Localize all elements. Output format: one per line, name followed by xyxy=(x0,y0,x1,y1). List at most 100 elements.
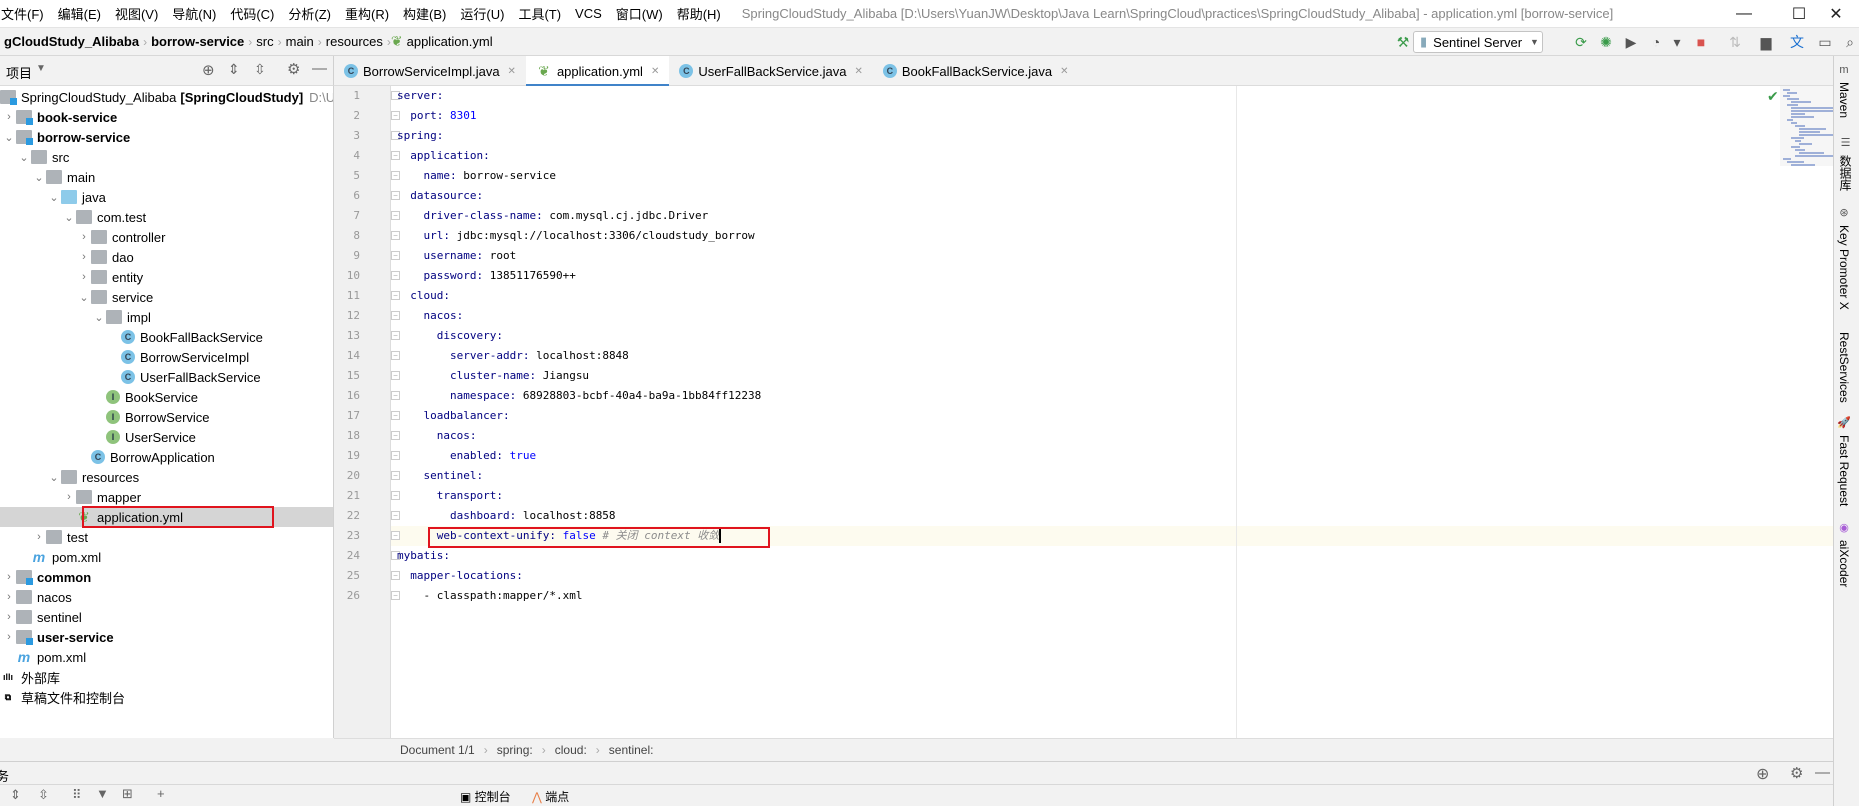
tree-item[interactable]: SpringCloudStudy_Alibaba [SpringCloudStud… xyxy=(0,87,333,107)
chevron-right-icon[interactable]: › xyxy=(2,591,16,603)
tree-item[interactable]: C BorrowServiceImpl xyxy=(0,347,333,367)
code-line[interactable]: password: 13851176590++ xyxy=(397,266,576,286)
expand-all-icon[interactable]: ⇕ xyxy=(228,61,240,78)
collapse-all-icon[interactable]: ⇳ xyxy=(254,61,266,78)
minimize-icon[interactable]: — xyxy=(312,60,327,77)
menu-item[interactable]: 代码(C) xyxy=(223,4,281,23)
code-line[interactable]: loadbalancer: xyxy=(397,406,510,426)
tree-item[interactable]: › mapper xyxy=(0,487,333,507)
group-icon[interactable]: ⠿ xyxy=(72,787,82,803)
code-line[interactable]: application: xyxy=(397,146,489,166)
tab-console[interactable]: ▣ 控制台 xyxy=(460,788,511,805)
tree-item[interactable]: ⌄ main xyxy=(0,167,333,187)
chevron-right-icon[interactable]: › xyxy=(2,571,16,583)
terminal-icon[interactable]: ▭ xyxy=(1815,32,1835,52)
chevron-down-icon[interactable]: ⌄ xyxy=(92,311,106,324)
close-tab-icon[interactable]: ✕ xyxy=(854,66,862,77)
code-line[interactable]: username: root xyxy=(397,246,517,266)
tree-item[interactable]: ⧉ 草稿文件和控制台 xyxy=(0,687,333,707)
tree-item[interactable]: › test xyxy=(0,527,333,547)
chevron-down-icon[interactable]: ▾ xyxy=(1667,32,1687,52)
tree-item[interactable]: › common xyxy=(0,567,333,587)
chevron-down-icon[interactable]: ⌄ xyxy=(2,131,16,144)
tab-bookfallbackservice-java[interactable]: C BookFallBackService.java ✕ xyxy=(873,56,1079,86)
menu-item[interactable]: 文件(F) xyxy=(0,4,51,23)
tree-item[interactable]: m pom.xml xyxy=(0,647,333,667)
add-service-icon[interactable]: ⊞ xyxy=(122,786,133,802)
code-minimap[interactable] xyxy=(1780,86,1844,166)
tree-item[interactable]: C BookFallBackService xyxy=(0,327,333,347)
gear-icon[interactable]: ⚙ xyxy=(1790,764,1803,782)
stop-icon[interactable]: ■ xyxy=(1691,32,1711,52)
tree-item[interactable]: › entity xyxy=(0,267,333,287)
menu-item[interactable]: 重构(R) xyxy=(338,4,396,23)
breadcrumb-item[interactable]: borrow-service xyxy=(147,34,248,49)
chevron-right-icon[interactable]: › xyxy=(77,251,91,263)
chevron-right-icon[interactable]: › xyxy=(2,611,16,623)
tree-item[interactable]: ❦ application.yml xyxy=(0,506,333,528)
close-tab-icon[interactable]: ✕ xyxy=(1060,66,1068,77)
tree-item[interactable]: › dao xyxy=(0,247,333,267)
filter-icon[interactable]: ▼ xyxy=(96,786,109,801)
breadcrumb-item[interactable]: gCloudStudy_Alibaba xyxy=(0,34,143,49)
tab-application-yml[interactable]: ❦ application.yml ✕ xyxy=(525,56,670,87)
close-tab-icon[interactable]: ✕ xyxy=(651,66,659,77)
code-line[interactable]: transport: xyxy=(397,486,503,506)
tree-item[interactable]: m pom.xml xyxy=(0,547,333,567)
menu-item[interactable]: 帮助(H) xyxy=(670,4,728,23)
tool-window-aixcoder[interactable]: ◉ aiXcoder xyxy=(1837,521,1851,587)
code-line[interactable]: nacos: xyxy=(397,306,464,326)
chevron-down-icon[interactable]: ▼ xyxy=(36,63,46,74)
tree-item[interactable]: ⌄ java xyxy=(0,187,333,207)
chevron-down-icon[interactable]: ⌄ xyxy=(47,471,61,484)
menu-item[interactable]: 视图(V) xyxy=(108,4,165,23)
tree-item[interactable]: C BorrowApplication xyxy=(0,447,333,467)
locate-icon[interactable]: ⊕ xyxy=(202,61,215,79)
menu-item[interactable]: 构建(B) xyxy=(396,4,453,23)
breadcrumb-item[interactable]: application.yml xyxy=(403,34,497,49)
tree-item[interactable]: ⌄ borrow-service xyxy=(0,127,333,147)
structure-crumb[interactable]: Document 1/1 xyxy=(400,743,475,757)
run-configuration-selector[interactable]: ▮ Sentinel Server ▼ xyxy=(1413,31,1543,53)
menu-item[interactable]: 分析(Z) xyxy=(281,4,338,23)
code-line[interactable]: server-addr: localhost:8848 xyxy=(397,346,629,366)
tool-window-key-promoter-x[interactable]: ⊛ Key Promoter X xyxy=(1837,206,1851,310)
structure-crumb[interactable]: sentinel: xyxy=(609,743,654,757)
plus-icon[interactable]: + xyxy=(157,786,165,801)
chevron-right-icon[interactable]: › xyxy=(62,491,76,503)
breadcrumb-item[interactable]: src xyxy=(252,34,277,49)
chevron-down-icon[interactable]: ⌄ xyxy=(62,211,76,224)
code-line[interactable]: url: jdbc:mysql://localhost:3306/cloudst… xyxy=(397,226,755,246)
code-line[interactable]: cloud: xyxy=(397,286,450,306)
tree-item[interactable]: C UserFallBackService xyxy=(0,367,333,387)
chevron-down-icon[interactable]: ⌄ xyxy=(77,291,91,304)
menu-item[interactable]: 运行(U) xyxy=(453,4,511,23)
chevron-right-icon[interactable]: › xyxy=(77,271,91,283)
menu-item[interactable]: VCS xyxy=(568,6,609,21)
chevron-down-icon[interactable]: ⌄ xyxy=(17,151,31,164)
code-line[interactable]: name: borrow-service xyxy=(397,166,556,186)
collapse-all-icon[interactable]: ⇳ xyxy=(38,787,49,803)
vcs-icon[interactable]: ⇅ xyxy=(1725,32,1745,52)
code-line[interactable]: port: 8301 xyxy=(397,106,476,126)
translate-icon[interactable]: 文 xyxy=(1787,32,1807,52)
gear-icon[interactable]: ⚙ xyxy=(287,60,300,78)
code-line[interactable]: nacos: xyxy=(397,426,477,446)
code-line[interactable]: - classpath:mapper/*.xml xyxy=(397,586,583,606)
tool-window-restservices[interactable]: RestServices xyxy=(1837,332,1851,403)
run-with-coverage-icon[interactable]: ▶ xyxy=(1621,32,1641,52)
code-line[interactable]: discovery: xyxy=(397,326,503,346)
code-line[interactable]: enabled: true xyxy=(397,446,536,466)
minimize-window-button[interactable]: — xyxy=(1721,0,1767,28)
code-editor[interactable] xyxy=(391,86,1833,738)
build-icon[interactable]: ⚒ xyxy=(1393,32,1413,52)
tool-window-数据库[interactable]: ☰ 数据库 xyxy=(1837,136,1854,191)
code-line[interactable]: dashboard: localhost:8858 xyxy=(397,506,616,526)
close-window-button[interactable]: ✕ xyxy=(1813,0,1859,28)
tree-item[interactable]: › book-service xyxy=(0,107,333,127)
chevron-right-icon[interactable]: › xyxy=(2,631,16,643)
minimize-icon[interactable]: — xyxy=(1815,764,1830,781)
code-line[interactable]: server: xyxy=(397,86,443,106)
tree-item[interactable]: › controller xyxy=(0,227,333,247)
code-line[interactable]: cluster-name: Jiangsu xyxy=(397,366,589,386)
